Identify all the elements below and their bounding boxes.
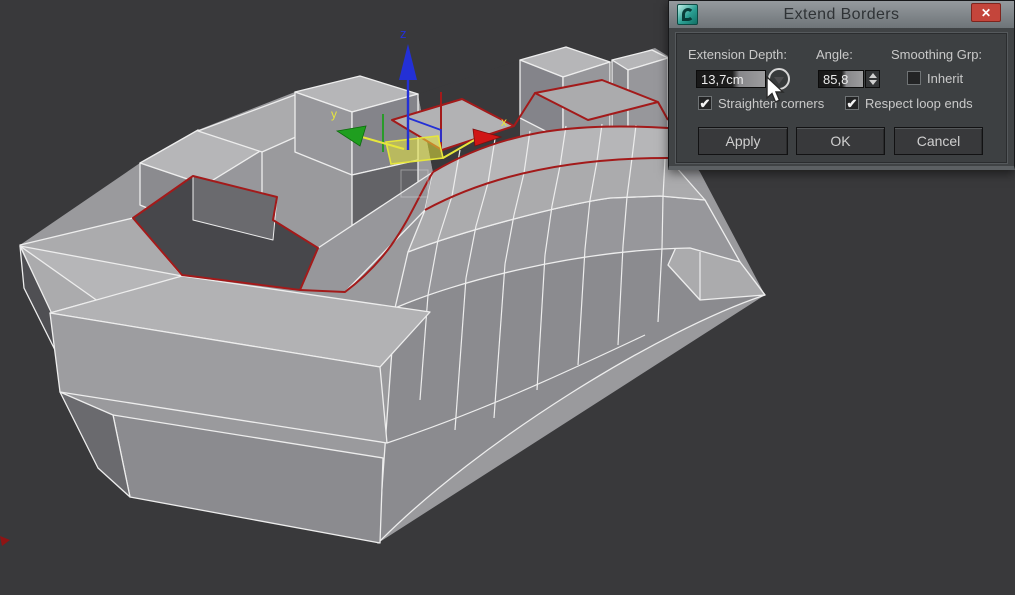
spinner-up-icon[interactable] xyxy=(869,73,877,78)
cancel-button[interactable]: Cancel xyxy=(894,127,983,155)
respect-loop-ends-label: Respect loop ends xyxy=(865,96,973,111)
close-button[interactable]: ✕ xyxy=(971,3,1001,22)
respect-loop-ends-checkbox[interactable]: ✔ xyxy=(845,96,859,110)
max-viewport: z y x Extend Borders ✕ Extension Depth: … xyxy=(0,0,1015,595)
gizmo-z-arrow[interactable] xyxy=(399,44,417,80)
dialog-body: Extension Depth: Angle: Smoothing Grp: 1… xyxy=(675,32,1008,164)
y-axis-label: y xyxy=(331,107,337,121)
angle-label: Angle: xyxy=(816,47,853,62)
smoothing-grp-label: Smoothing Grp: xyxy=(891,47,982,62)
dialog-title: Extend Borders xyxy=(669,6,1014,24)
inherit-label: Inherit xyxy=(927,71,963,86)
ok-button[interactable]: OK xyxy=(796,127,885,155)
dialog-titlebar[interactable]: Extend Borders ✕ xyxy=(669,1,1014,28)
angle-field[interactable]: 85,8 xyxy=(818,70,864,88)
z-axis-label: z xyxy=(400,26,407,41)
spinner-down-icon[interactable] xyxy=(869,80,877,85)
apply-button[interactable]: Apply xyxy=(698,127,788,155)
viewport-corner-mark xyxy=(0,536,10,546)
extension-depth-field[interactable]: 13,7cm xyxy=(696,70,766,88)
inherit-checkbox[interactable] xyxy=(907,71,921,85)
extension-depth-label: Extension Depth: xyxy=(688,47,787,62)
x-axis-label: x xyxy=(501,115,507,129)
extend-borders-dialog[interactable]: Extend Borders ✕ Extension Depth: Angle:… xyxy=(668,0,1015,170)
straighten-corners-checkbox[interactable]: ✔ xyxy=(698,96,712,110)
angle-spinner[interactable] xyxy=(865,70,880,88)
mouse-cursor xyxy=(764,76,786,106)
